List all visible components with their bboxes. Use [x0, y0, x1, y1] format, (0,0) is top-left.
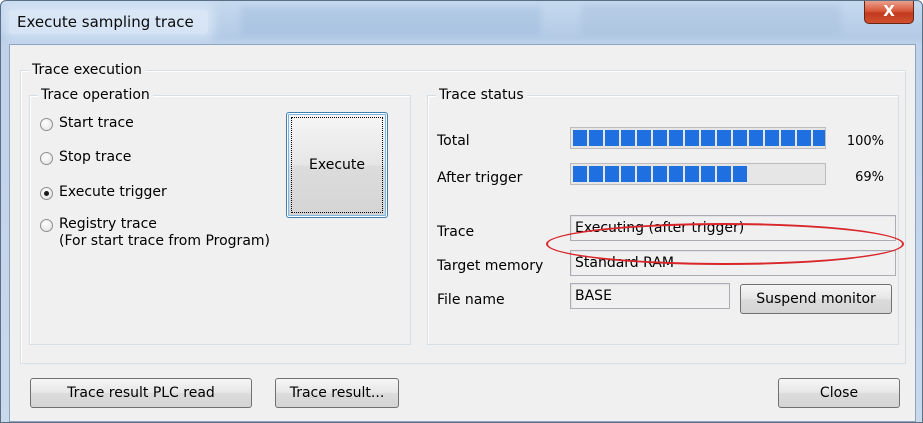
radio-registry-trace[interactable]: Registry trace (For start trace from Pro… [40, 216, 270, 250]
progress-segment [573, 130, 587, 146]
radio-circle-selected [40, 187, 53, 200]
trace-execution-group: Trace execution Trace operation Start tr… [20, 62, 906, 364]
after-trigger-percent: 69% [855, 170, 884, 185]
progress-segment [717, 166, 731, 182]
progress-segment [589, 130, 603, 146]
progress-segment [733, 130, 747, 146]
progress-segment [653, 130, 667, 146]
progress-segment [621, 166, 635, 182]
progress-segment [701, 166, 715, 182]
progress-segment [733, 166, 747, 182]
dialog-client-area: Trace execution Trace operation Start tr… [9, 44, 916, 422]
progress-segment [637, 130, 651, 146]
progress-segment [781, 130, 795, 146]
registry-trace-note: (For start trace from Program) [59, 233, 270, 249]
after-trigger-progress-bar [570, 163, 826, 185]
progress-segment [717, 130, 731, 146]
title-plate: Execute sampling trace [9, 10, 208, 34]
execute-button[interactable]: Execute [286, 112, 388, 218]
suspend-monitor-button[interactable]: Suspend monitor [740, 284, 892, 314]
radio-label: Registry trace (For start trace from Pro… [59, 216, 270, 250]
trace-execution-title: Trace execution [29, 62, 145, 78]
file-name-label: File name [437, 292, 505, 308]
focus-rectangle [291, 117, 383, 213]
progress-segment [685, 130, 699, 146]
background-window-blur [241, 7, 541, 35]
total-label: Total [437, 133, 470, 149]
radio-label: Execute trigger [59, 184, 167, 200]
radio-start-trace[interactable]: Start trace [40, 115, 134, 132]
registry-trace-label: Registry trace [59, 216, 157, 232]
progress-segment [813, 130, 825, 146]
radio-circle [40, 152, 53, 165]
trace-operation-title: Trace operation [38, 87, 153, 103]
progress-segment [653, 166, 667, 182]
progress-segment [669, 130, 683, 146]
radio-stop-trace[interactable]: Stop trace [40, 149, 131, 166]
file-name-field: BASE [570, 283, 730, 309]
progress-segment [669, 166, 683, 182]
trace-state-field: Executing (after trigger) [570, 215, 896, 241]
radio-circle [40, 219, 53, 232]
trace-status-group: Trace status Total 100% After trigger 69… [427, 87, 899, 345]
progress-segment [797, 130, 811, 146]
progress-segment [605, 130, 619, 146]
total-percent: 100% [846, 134, 884, 149]
trace-result-label: Trace result... [289, 385, 385, 401]
trace-status-title: Trace status [436, 87, 527, 103]
title-bar[interactable]: Execute sampling trace X [1, 1, 922, 45]
progress-segment [573, 166, 587, 182]
progress-segment [621, 130, 635, 146]
trace-result-plc-read-label: Trace result PLC read [67, 385, 215, 401]
close-button[interactable]: Close [778, 378, 900, 408]
close-icon: X [883, 2, 895, 20]
progress-segment [637, 166, 651, 182]
progress-segment [701, 130, 715, 146]
progress-segment [765, 130, 779, 146]
radio-label: Start trace [59, 115, 134, 131]
progress-segment [749, 130, 763, 146]
dialog-window: Execute sampling trace X Trace execution… [0, 0, 923, 423]
progress-segment [605, 166, 619, 182]
close-window-button[interactable]: X [864, 1, 914, 24]
progress-segment [589, 166, 603, 182]
radio-circle [40, 118, 53, 131]
target-memory-label: Target memory [437, 258, 544, 274]
radio-label: Stop trace [59, 149, 132, 165]
target-memory-field: Standard RAM [570, 250, 896, 276]
trace-result-plc-read-button[interactable]: Trace result PLC read [30, 378, 252, 408]
dialog-title: Execute sampling trace [17, 13, 194, 31]
radio-execute-trigger[interactable]: Execute trigger [40, 184, 167, 201]
total-progress-bar [570, 127, 826, 149]
trace-operation-group: Trace operation Start trace Stop trace E… [29, 87, 411, 345]
after-trigger-label: After trigger [437, 170, 523, 186]
suspend-monitor-label: Suspend monitor [756, 291, 876, 307]
trace-label: Trace [437, 224, 475, 240]
close-button-label: Close [819, 385, 859, 401]
background-window-blur [581, 5, 841, 35]
progress-segment [685, 166, 699, 182]
trace-result-button[interactable]: Trace result... [275, 378, 399, 408]
